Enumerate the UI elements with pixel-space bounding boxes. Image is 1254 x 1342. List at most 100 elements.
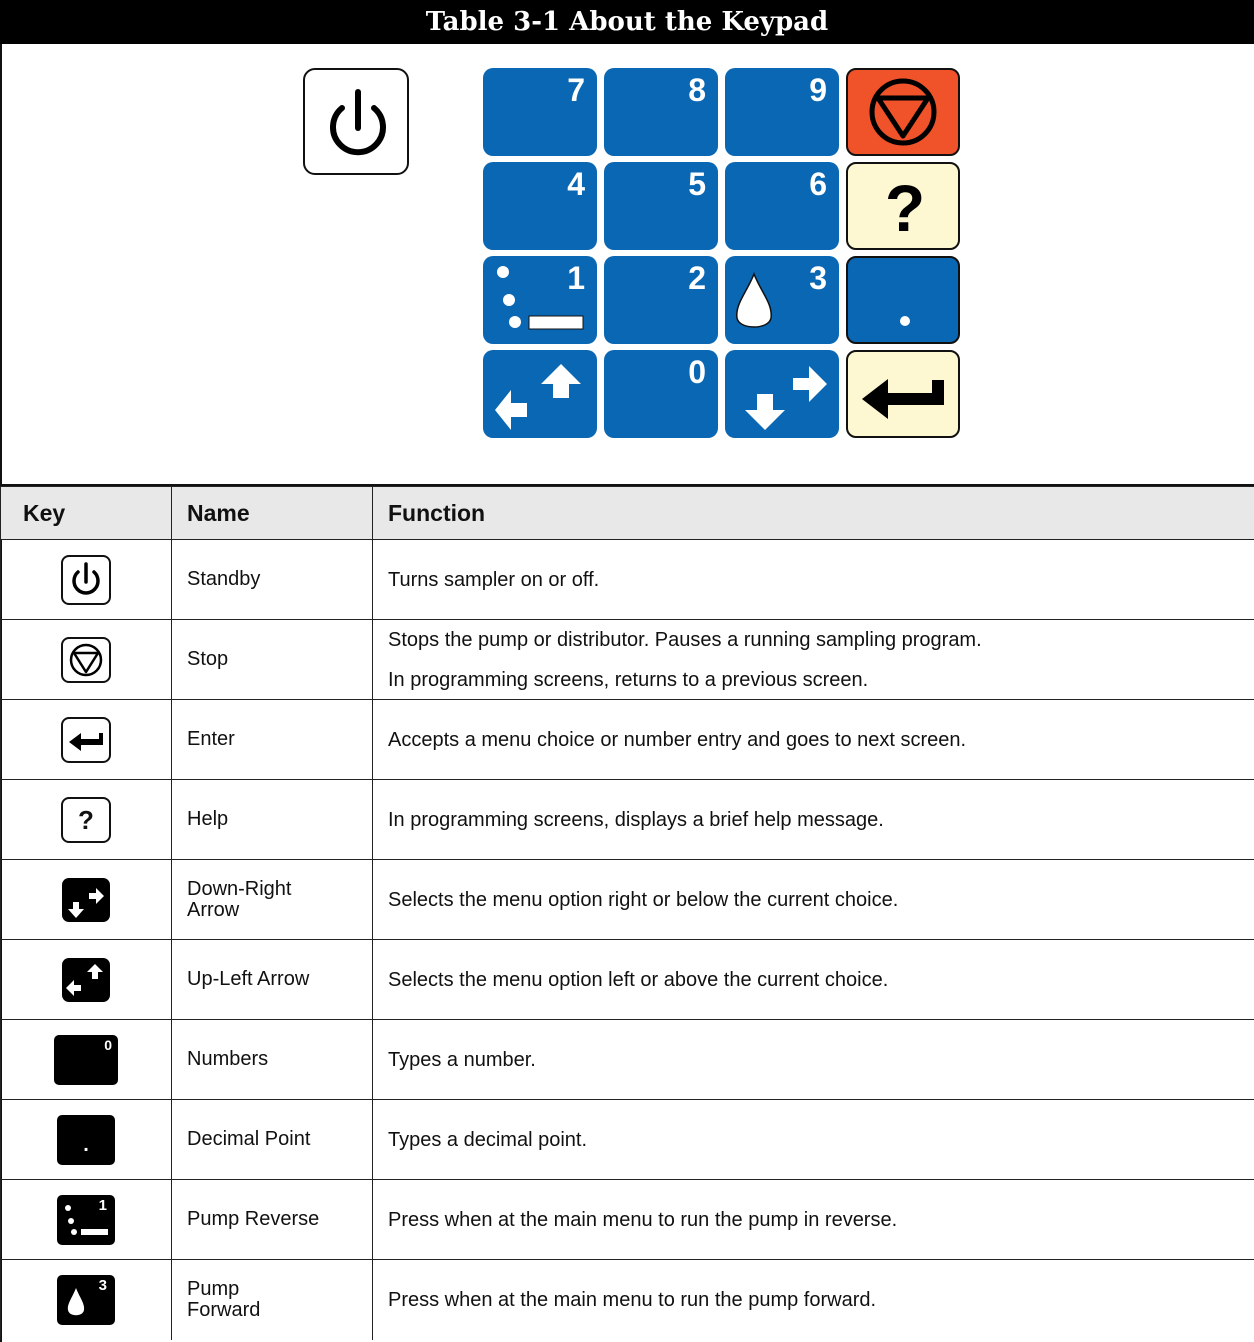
up-left-arrow-key: [483, 350, 597, 438]
key-label: 5: [688, 166, 706, 202]
key-cell: ?: [0, 779, 172, 860]
pump-forward-icon: 3: [57, 1274, 115, 1326]
help-icon: ?: [884, 171, 926, 245]
decimal-point-icon: .: [57, 1114, 115, 1166]
key-6: 6: [725, 162, 839, 250]
key-cell: [0, 699, 172, 780]
decimal-key: [846, 256, 960, 344]
key-label: 0: [688, 354, 706, 390]
key-cell: .: [0, 1099, 172, 1180]
function-text: Press when at the main menu to run the p…: [388, 1208, 898, 1231]
key-cell: [0, 619, 172, 700]
key-5: 5: [604, 162, 718, 250]
row-function: Turns sampler on or off.: [372, 539, 1254, 620]
row-name: Numbers: [171, 1019, 373, 1100]
key-8: 8: [604, 68, 718, 156]
key-7: 7: [483, 68, 597, 156]
row-name: Decimal Point: [171, 1099, 373, 1180]
help-key: ?: [846, 162, 960, 250]
header-function: Function: [372, 486, 1254, 540]
name-text: Pump Reverse: [187, 1208, 320, 1230]
stop-icon: [57, 634, 115, 686]
table-row: Enter Accepts a menu choice or number en…: [0, 699, 1254, 780]
function-text: Types a decimal point.: [388, 1128, 587, 1151]
key-3-pump-forward: 3: [725, 256, 839, 344]
function-text: Selects the menu option left or above th…: [388, 968, 889, 991]
table-header-row: Key Name Function: [0, 486, 1254, 540]
up-left-arrow-icon: [57, 954, 115, 1006]
row-function: Accepts a menu choice or number entry an…: [372, 699, 1254, 780]
name-text: Decimal Point: [187, 1128, 311, 1150]
row-function: Press when at the main menu to run the p…: [372, 1179, 1254, 1260]
pump-reverse-glyph: 1: [98, 1196, 107, 1214]
row-name: Stop: [171, 619, 373, 700]
name-text: Pump Forward: [187, 1277, 261, 1321]
key-cell: 3: [0, 1259, 172, 1340]
table-row: . Decimal Point Types a decimal point.: [0, 1099, 1254, 1180]
row-name: Up-Left Arrow: [171, 939, 373, 1020]
row-name: Help: [171, 779, 373, 860]
key-cell: [0, 939, 172, 1020]
help-glyph: ?: [78, 804, 94, 835]
enter-key: [846, 350, 960, 438]
function-text: Turns sampler on or off.: [388, 568, 600, 591]
down-right-arrow-icon: [57, 874, 115, 926]
standby-icon: [330, 89, 386, 156]
header-key: Key: [0, 486, 172, 540]
help-icon: ?: [57, 794, 115, 846]
key-cell: 1: [0, 1179, 172, 1260]
name-text: Stop: [187, 648, 229, 670]
standby-icon: [57, 554, 115, 606]
function-text: In programming screens, displays a brief…: [388, 808, 884, 831]
pump-reverse-icon: 1: [57, 1194, 115, 1246]
name-text: Numbers: [187, 1048, 269, 1070]
table-row: Stop Stops the pump or distributor. Paus…: [0, 619, 1254, 700]
key-2: 2: [604, 256, 718, 344]
name-text: Help: [187, 808, 229, 830]
pump-forward-glyph: 3: [98, 1276, 107, 1294]
number-key-icon: 0: [54, 1034, 118, 1086]
key-cell: [0, 539, 172, 620]
key-1-pump-reverse: 1: [483, 256, 597, 344]
key-label: 3: [809, 260, 827, 296]
key-label: 8: [688, 72, 706, 108]
keypad-table: Key Name Function Standby Turns sampler …: [0, 486, 1254, 1340]
row-name: Down-Right Arrow: [171, 859, 373, 940]
table-row: Standby Turns sampler on or off.: [0, 539, 1254, 620]
stop-key: [846, 68, 960, 156]
document-page: Table 3-1 About the Keypad 7 8 9 4 5 6 ?: [0, 0, 1254, 1342]
up-left-arrow-icon: [495, 364, 581, 430]
key-cell: 0: [0, 1019, 172, 1100]
key-label: 4: [567, 166, 585, 202]
name-text: Enter: [187, 728, 235, 750]
row-name: Standby: [171, 539, 373, 620]
down-right-arrow-icon: [745, 366, 827, 430]
key-label: 1: [567, 260, 585, 296]
table-row: 0 Numbers Types a number.: [0, 1019, 1254, 1100]
enter-icon: [57, 714, 115, 766]
key-label: 7: [567, 72, 585, 108]
key-label: 9: [809, 72, 827, 108]
decimal-glyph: .: [83, 1133, 89, 1156]
table-row: 1 Pump Reverse Press when at the main me…: [0, 1179, 1254, 1260]
key-4: 4: [483, 162, 597, 250]
function-text: In programming screens, returns to a pre…: [388, 668, 869, 691]
row-function: In programming screens, displays a brief…: [372, 779, 1254, 860]
name-text: Up-Left Arrow: [187, 968, 310, 990]
key-9: 9: [725, 68, 839, 156]
row-function: Selects the menu option left or above th…: [372, 939, 1254, 1020]
row-name: Enter: [171, 699, 373, 780]
table-row: 3 Pump Forward Press when at the main me…: [0, 1259, 1254, 1340]
table-title: Table 3-1 About the Keypad: [0, 0, 1254, 44]
stop-icon: [869, 78, 937, 146]
key-cell: [0, 859, 172, 940]
name-text: Standby: [187, 568, 261, 590]
header-name: Name: [171, 486, 373, 540]
name-text: Down-Right Arrow: [187, 877, 292, 921]
table-row: Up-Left Arrow Selects the menu option le…: [0, 939, 1254, 1020]
row-function: Types a decimal point.: [372, 1099, 1254, 1180]
number-glyph: 0: [104, 1036, 112, 1053]
row-function: Selects the menu option right or below t…: [372, 859, 1254, 940]
function-text: Selects the menu option right or below t…: [388, 888, 899, 911]
function-text: Press when at the main menu to run the p…: [388, 1288, 877, 1311]
